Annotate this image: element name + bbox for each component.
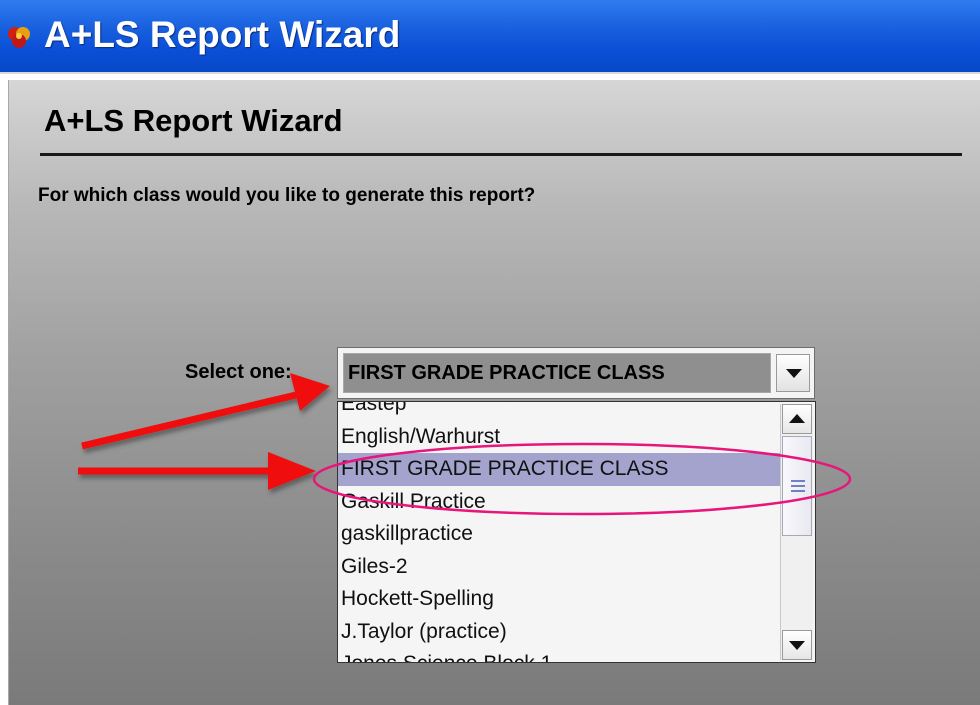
grip-line: [791, 480, 805, 482]
vertical-scrollbar[interactable]: [780, 404, 813, 660]
grip-line: [791, 490, 805, 492]
list-item[interactable]: J.Taylor (practice): [338, 616, 782, 649]
grip-line: [791, 485, 805, 487]
class-dropdown-list[interactable]: Eastep English/Warhurst FIRST GRADE PRAC…: [337, 401, 816, 663]
scroll-down-arrow-icon[interactable]: [782, 630, 812, 660]
wizard-question: For which class would you like to genera…: [38, 185, 536, 206]
list-item[interactable]: Gaskill Practice: [338, 486, 782, 519]
list-item[interactable]: Eastep: [338, 402, 782, 421]
chevron-down-icon[interactable]: [776, 354, 810, 392]
list-item[interactable]: English/Warhurst: [338, 421, 782, 454]
header-divider: [40, 153, 962, 156]
scroll-up-arrow-icon[interactable]: [782, 404, 812, 434]
class-select-combobox[interactable]: FIRST GRADE PRACTICE CLASS: [337, 347, 815, 399]
wizard-header-title: A+LS Report Wizard: [44, 103, 343, 138]
list-item[interactable]: Giles-2: [338, 551, 782, 584]
combobox-selected-value[interactable]: FIRST GRADE PRACTICE CLASS: [343, 353, 771, 393]
select-label: Select one:: [185, 361, 292, 383]
list-item[interactable]: Jones Science Block 1: [338, 648, 782, 662]
window-titlebar: A+LS Report Wizard: [0, 0, 980, 74]
app-logo-icon: [8, 27, 30, 48]
scrollbar-thumb[interactable]: [782, 436, 812, 536]
list-item[interactable]: gaskillpractice: [338, 518, 782, 551]
window-title: A+LS Report Wizard: [44, 14, 401, 55]
class-list: Eastep English/Warhurst FIRST GRADE PRAC…: [338, 402, 782, 662]
list-item-selected[interactable]: FIRST GRADE PRACTICE CLASS: [338, 453, 782, 486]
list-item[interactable]: Hockett-Spelling: [338, 583, 782, 616]
